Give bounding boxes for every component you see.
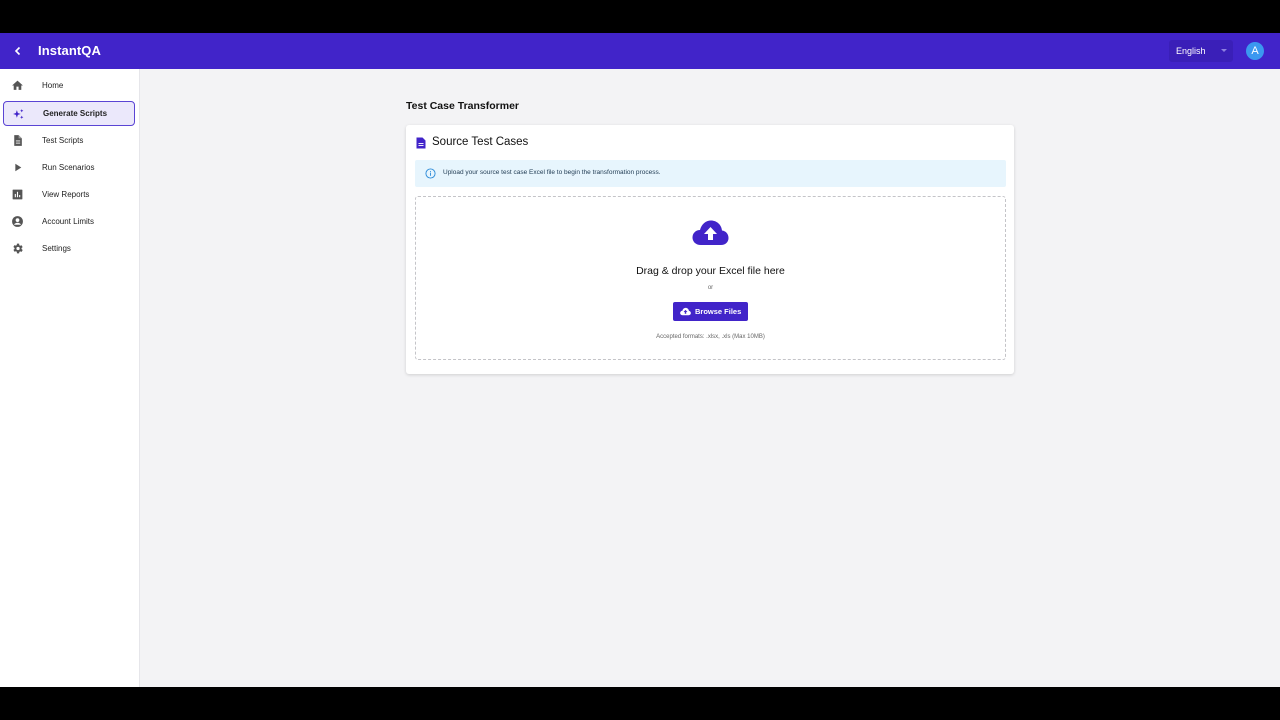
- sidebar-item-generate-scripts[interactable]: Generate Scripts: [3, 101, 135, 126]
- language-value: English: [1176, 46, 1206, 56]
- app-screen: InstantQA English A Home Generate Script…: [0, 33, 1280, 687]
- sidebar-item-label: Home: [42, 81, 64, 90]
- user-avatar[interactable]: A: [1246, 42, 1264, 60]
- cloud-upload-icon: [692, 220, 729, 245]
- sidebar-item-label: Account Limits: [42, 217, 95, 226]
- play-icon: [15, 163, 22, 172]
- home-icon: [12, 80, 23, 90]
- source-test-cases-card: Source Test Cases Upload your source tes…: [406, 125, 1014, 374]
- accepted-formats-text: Accepted formats: .xlsx, .xls (Max 10MB): [656, 334, 765, 340]
- sidebar-item-label: Test Scripts: [42, 136, 84, 145]
- dropzone-or: or: [707, 285, 714, 291]
- browse-files-button[interactable]: Browse Files: [673, 302, 748, 321]
- card-title: Source Test Cases: [432, 136, 529, 148]
- sidebar: Home Generate Scripts Test Scripts Run S…: [0, 69, 140, 687]
- sidebar-item-account-limits[interactable]: Account Limits: [3, 209, 135, 234]
- page-title: Test Case Transformer: [406, 100, 520, 112]
- sidebar-item-label: Generate Scripts: [43, 109, 108, 118]
- gear-icon: [13, 243, 23, 254]
- document-icon: [416, 137, 426, 149]
- caret-down-icon: [1221, 49, 1227, 52]
- sidebar-item-label: Settings: [42, 244, 71, 253]
- document-icon: [14, 135, 22, 146]
- info-text: Upload your source test case Excel file …: [443, 169, 661, 176]
- bar-chart-icon: [12, 189, 23, 200]
- sidebar-item-label: View Reports: [42, 190, 90, 199]
- account-icon: [12, 216, 23, 227]
- back-button[interactable]: [9, 42, 27, 60]
- info-alert: Upload your source test case Excel file …: [415, 160, 1006, 187]
- browse-files-label: Browse Files: [695, 307, 742, 316]
- sidebar-item-view-reports[interactable]: View Reports: [3, 182, 135, 207]
- sidebar-item-test-scripts[interactable]: Test Scripts: [3, 128, 135, 153]
- file-dropzone[interactable]: Drag & drop your Excel file here or Brow…: [415, 196, 1006, 360]
- sidebar-item-home[interactable]: Home: [3, 73, 135, 98]
- sidebar-item-settings[interactable]: Settings: [3, 236, 135, 261]
- chevron-left-icon: [14, 46, 21, 56]
- app-title: InstantQA: [38, 43, 102, 58]
- cloud-upload-icon: [680, 307, 691, 316]
- sparkle-icon: [13, 109, 24, 119]
- info-icon: [425, 168, 436, 179]
- top-app-bar: InstantQA English A: [0, 33, 1280, 69]
- sidebar-item-run-scenarios[interactable]: Run Scenarios: [3, 155, 135, 180]
- language-select[interactable]: English: [1169, 40, 1233, 62]
- dropzone-title: Drag & drop your Excel file here: [636, 265, 785, 277]
- sidebar-item-label: Run Scenarios: [42, 163, 95, 172]
